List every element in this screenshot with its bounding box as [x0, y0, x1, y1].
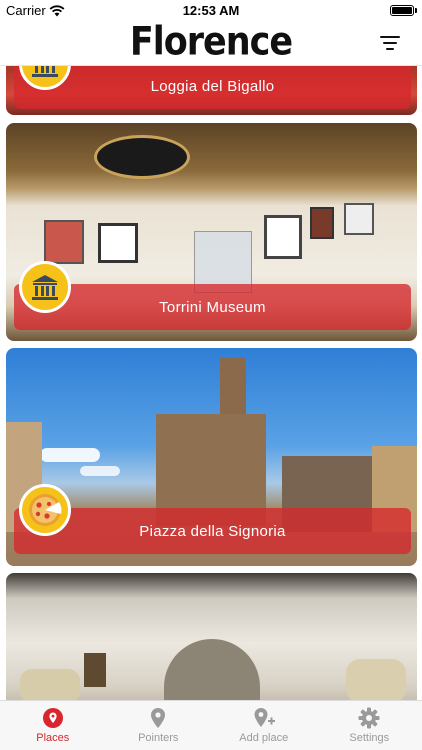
pizza-icon: [19, 484, 71, 536]
nav-bar: Florence: [0, 20, 422, 66]
tab-pointers[interactable]: Pointers: [106, 701, 212, 750]
photo-sculpture: [20, 669, 80, 700]
gear-icon: [358, 707, 380, 729]
page-title: Florence: [129, 20, 293, 65]
place-card-signoria[interactable]: Piazza della Signoria: [6, 348, 417, 566]
places-list[interactable]: Loggia del Bigallo Torrini Museum Piazza…: [0, 66, 422, 700]
place-banner: Torrini Museum: [14, 284, 411, 330]
status-bar: Carrier 12:53 AM: [0, 0, 422, 20]
place-card-loggia[interactable]: Loggia del Bigallo: [6, 66, 417, 115]
photo-sign: [94, 135, 190, 179]
photo-arch: [164, 639, 260, 700]
photo-cloud: [40, 448, 100, 462]
place-card-torrini[interactable]: Torrini Museum: [6, 123, 417, 341]
tab-label: Places: [36, 732, 70, 744]
place-banner: Loggia del Bigallo: [14, 66, 411, 109]
museum-icon: [19, 261, 71, 313]
status-time: 12:53 AM: [182, 3, 240, 18]
photo-frame: [264, 215, 302, 259]
photo-painting: [84, 653, 106, 687]
place-name: Loggia del Bigallo: [150, 77, 275, 95]
photo-sculpture: [346, 659, 406, 700]
place-card-gallery[interactable]: [6, 573, 417, 700]
tab-settings[interactable]: Settings: [317, 701, 422, 750]
battery-icon: [390, 5, 414, 16]
tab-places[interactable]: Places: [0, 701, 106, 750]
tab-bar: Places Pointers Add place Settings: [0, 700, 422, 750]
place-name: Torrini Museum: [159, 298, 266, 316]
place-banner: Piazza della Signoria: [14, 508, 411, 554]
photo-cloud: [80, 466, 120, 476]
filter-icon-line-3: [386, 48, 394, 50]
filter-button[interactable]: [380, 36, 400, 52]
place-photo: [6, 573, 417, 700]
photo-frame: [98, 223, 138, 263]
tab-label: Add place: [239, 732, 289, 744]
photo-frame: [310, 207, 334, 239]
filter-icon-line-2: [383, 42, 397, 44]
places-icon: [42, 708, 63, 728]
place-name: Piazza della Signoria: [139, 522, 286, 540]
tab-label: Pointers: [138, 732, 179, 744]
pointer-pin-icon: [151, 708, 166, 728]
tab-label: Settings: [349, 732, 390, 744]
photo-frame: [44, 220, 84, 264]
filter-icon-line-1: [380, 36, 400, 38]
photo-frame: [344, 203, 374, 235]
tab-add-place[interactable]: Add place: [211, 701, 317, 750]
battery-tip: [415, 8, 417, 13]
add-place-icon: [254, 708, 275, 727]
